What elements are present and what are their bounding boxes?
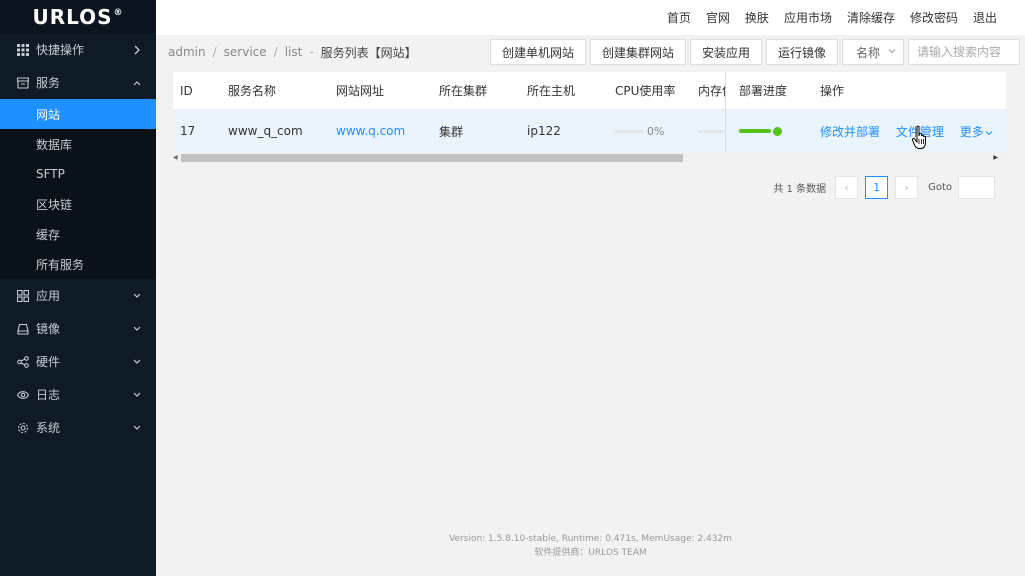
topnav-logout[interactable]: 退出 [973, 9, 997, 26]
scroll-right-arrow-icon[interactable]: ▶ [993, 154, 998, 161]
topnav-skin[interactable]: 换肤 [745, 9, 769, 26]
version-info: Version: 1.5.8.10-stable, Runtime: 0.471… [449, 534, 732, 544]
apps-icon [17, 289, 29, 302]
chevron-down-icon [888, 47, 896, 57]
toolbar: admin / service / list - 服务列表【网站】 创建单机网站… [156, 35, 1025, 69]
topnav-change-password[interactable]: 修改密码 [910, 9, 958, 26]
chevron-down-icon [985, 130, 993, 135]
memory-usage-bar [698, 130, 724, 133]
run-image-button[interactable]: 运行镜像 [765, 39, 838, 65]
sidebar: URLOS ® 快捷操作 服务 网站 数据库 SFTP 区块链 缓存 所有服务 应… [0, 0, 156, 576]
scroll-left-arrow-icon[interactable]: ◀ [173, 154, 178, 161]
grid-icon [17, 43, 29, 56]
cpu-usage-value: 0% [647, 125, 665, 138]
scrollbar-thumb[interactable] [181, 154, 683, 162]
topnav-home[interactable]: 首页 [667, 9, 691, 26]
chevron-up-icon [132, 78, 142, 88]
column-header-cpu[interactable]: CPU使用率 [608, 82, 691, 99]
sidebar-item-blockchain[interactable]: 区块链 [0, 189, 156, 219]
top-nav: 首页 官网 换肤 应用市场 清除缓存 修改密码 退出 [156, 0, 1025, 35]
cell-cluster: 集群 [439, 124, 464, 139]
provider-info: 软件提供商：URLOS TEAM [534, 548, 647, 558]
cpu-usage-bar [615, 130, 643, 133]
cell-host: ip122 [527, 124, 561, 138]
chevron-right-icon [132, 45, 142, 55]
cell-url-link[interactable]: www.q.com [329, 124, 432, 138]
breadcrumb-list[interactable]: list [285, 45, 303, 59]
column-header-cluster[interactable]: 所在集群 [432, 82, 520, 99]
sidebar-item-website[interactable]: 网站 [0, 99, 156, 129]
create-cluster-site-button[interactable]: 创建集群网站 [589, 39, 686, 65]
sidebar-group-hardware[interactable]: 硬件 [0, 345, 156, 378]
topnav-official-site[interactable]: 官网 [706, 9, 730, 26]
cell-memory [691, 124, 725, 138]
page-title: 服务列表【网站】 [320, 45, 417, 60]
column-header-deploy[interactable]: 部署进度 [725, 72, 800, 109]
logo[interactable]: URLOS ® [0, 0, 156, 33]
column-header-id[interactable]: ID [173, 84, 221, 98]
sidebar-group-services[interactable]: 服务 [0, 66, 156, 99]
prev-page-button[interactable]: ‹ [835, 176, 859, 199]
chevron-down-icon [132, 357, 142, 367]
table-header: ID 服务名称 网站网址 所在集群 所在主机 CPU使用率 内存使 部署进度 操… [173, 72, 1006, 110]
sidebar-item-cache[interactable]: 缓存 [0, 219, 156, 249]
cell-actions: 修改并部署 文件管理 更多 [800, 123, 1005, 140]
chevron-down-icon [132, 291, 142, 301]
goto-page-input[interactable] [958, 176, 995, 199]
footer: Version: 1.5.8.10-stable, Runtime: 0.471… [156, 532, 1025, 560]
search-input[interactable] [908, 39, 1020, 65]
create-single-site-button[interactable]: 创建单机网站 [489, 39, 586, 65]
services-table: ID 服务名称 网站网址 所在集群 所在主机 CPU使用率 内存使 部署进度 操… [173, 72, 1006, 163]
store-icon [17, 76, 29, 89]
table-row[interactable]: 17 www_q_com www.q.com 集群 ip122 0% 修改并部署… [173, 110, 1006, 152]
sidebar-group-quick-ops[interactable]: 快捷操作 [0, 33, 156, 66]
modify-deploy-link[interactable]: 修改并部署 [820, 125, 880, 139]
sidebar-item-sftp[interactable]: SFTP [0, 159, 156, 189]
chevron-down-icon [132, 423, 142, 433]
breadcrumb-admin[interactable]: admin [168, 45, 206, 59]
horizontal-scrollbar[interactable]: ◀ ▶ [173, 152, 1006, 163]
cell-deploy [725, 110, 800, 152]
topnav-app-market[interactable]: 应用市场 [784, 9, 832, 26]
install-app-button[interactable]: 安装应用 [689, 39, 762, 65]
column-header-actions: 操作 [820, 84, 845, 98]
column-header-host[interactable]: 所在主机 [520, 82, 608, 99]
goto-label: Goto [928, 182, 952, 193]
topnav-clear-cache[interactable]: 清除缓存 [847, 9, 895, 26]
deploy-progress-bar [739, 129, 771, 133]
cell-id: 17 [180, 124, 196, 138]
cell-name: www_q_com [228, 124, 303, 138]
disk-icon [17, 323, 29, 335]
sidebar-group-logs[interactable]: 日志 [0, 378, 156, 411]
gear-icon [17, 422, 29, 434]
sidebar-group-images[interactable]: 镜像 [0, 312, 156, 345]
eye-icon [17, 389, 29, 401]
sidebar-item-all-services[interactable]: 所有服务 [0, 249, 156, 279]
sidebar-group-system[interactable]: 系统 [0, 411, 156, 444]
chevron-down-icon [132, 390, 142, 400]
chevron-down-icon [132, 324, 142, 334]
more-dropdown[interactable]: 更多 [960, 125, 993, 139]
page-button-current[interactable]: 1 [865, 176, 889, 199]
registered-mark: ® [113, 7, 124, 18]
next-page-button[interactable]: › [895, 176, 919, 199]
column-header-memory[interactable]: 内存使 [691, 82, 725, 99]
breadcrumb: admin / service / list - 服务列表【网站】 [168, 45, 417, 60]
total-count: 共 1 条数据 [773, 184, 827, 195]
breadcrumb-service[interactable]: service [224, 45, 267, 59]
pagination: 共 1 条数据 ‹ 1 › Goto [773, 176, 995, 199]
column-header-name[interactable]: 服务名称 [221, 82, 329, 99]
share-icon [17, 355, 29, 368]
sidebar-group-apps[interactable]: 应用 [0, 279, 156, 312]
search-field-select[interactable]: 名称 [842, 39, 904, 65]
hand-cursor-icon [911, 125, 926, 149]
column-header-url[interactable]: 网站网址 [329, 82, 432, 99]
deploy-status-dot [773, 126, 782, 136]
cell-cpu: 0% [608, 124, 691, 138]
sidebar-item-database[interactable]: 数据库 [0, 129, 156, 159]
